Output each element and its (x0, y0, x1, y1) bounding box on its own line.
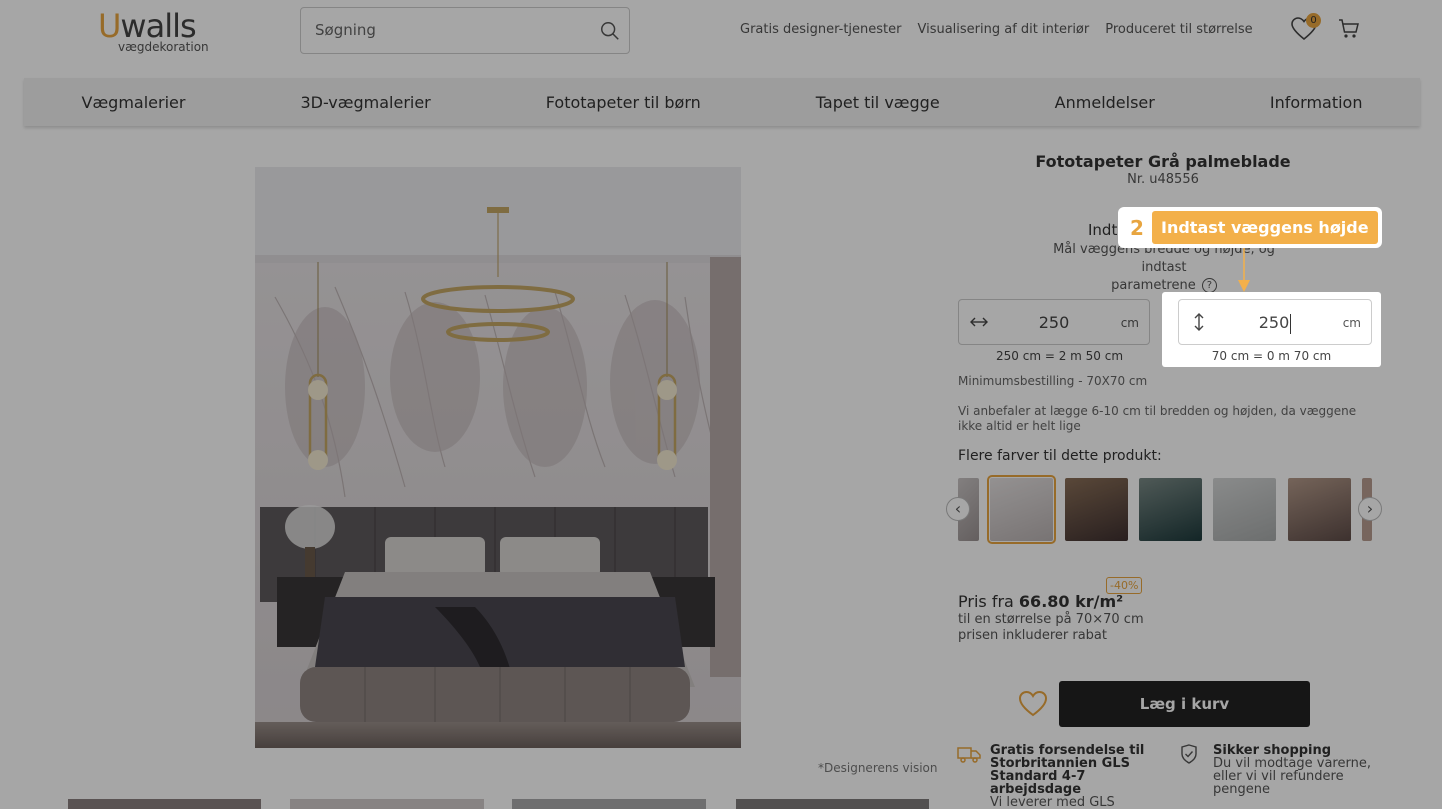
nav-information[interactable]: Information (1270, 93, 1363, 112)
search-icon[interactable] (599, 20, 621, 42)
tutorial-tooltip: 2 Indtast væggens højde (1118, 207, 1382, 248)
swatch-prev-button[interactable]: ‹ (946, 497, 970, 521)
shield-check-icon (1181, 744, 1197, 764)
price-discount-note: prisen inkluderer rabat (958, 628, 1107, 643)
width-conversion: 250 cm = 2 m 50 cm (996, 349, 1124, 363)
help-icon[interactable]: ? (1201, 278, 1217, 293)
link-visualisation[interactable]: Visualisering af dit interiør (917, 22, 1089, 37)
dimensions-description: Mål væggens bredde og højde, og indtast … (1030, 241, 1298, 295)
width-unit: cm (1120, 316, 1139, 330)
tutorial-step-number: 2 (1130, 215, 1144, 240)
dimensions-heading: Indt (1088, 221, 1118, 239)
width-input[interactable]: 250 cm (958, 299, 1150, 345)
search-input[interactable] (315, 21, 585, 39)
price-prefix: Pris fra (958, 592, 1014, 611)
main-nav: Vægmalerier 3D-vægmalerier Fototapeter t… (24, 78, 1420, 126)
price-details: til en størrelse på 70×70 cm prisen inkl… (958, 612, 1144, 644)
height-unit: cm (1342, 316, 1361, 330)
logo[interactable]: Uwalls vægdekoration (98, 10, 209, 54)
price-size-note: til en størrelse på 70×70 cm (958, 612, 1144, 627)
height-conversion: 70 cm = 0 m 70 cm (1211, 349, 1332, 363)
wishlist-count-badge: 0 (1306, 13, 1321, 28)
link-made-to-size[interactable]: Produceret til størrelse (1105, 22, 1252, 37)
price-value: 66.80 kr/m² (1018, 592, 1124, 611)
height-input[interactable]: 250 cm (1178, 299, 1372, 345)
price: Pris fra 66.80 kr/m² (958, 592, 1123, 611)
usp-secure-desc: Du vil modtage varerne, eller vi vil ref… (1213, 756, 1371, 797)
swatch-next-button[interactable]: › (1358, 497, 1382, 521)
nav-murals[interactable]: Vægmalerier (82, 93, 186, 112)
size-recommendation: Vi anbefaler at lægge 6-10 cm til bredde… (958, 404, 1357, 433)
product-number: Nr. u48556 (1127, 172, 1199, 187)
nav-wallpaper[interactable]: Tapet til vægge (816, 93, 940, 112)
color-swatch[interactable] (1288, 478, 1351, 541)
link-designer-services[interactable]: Gratis designer-tjenester (740, 22, 901, 37)
logo-subtitle: vægdekoration (118, 40, 209, 54)
more-colors-heading: Flere farver til dette produkt: (958, 448, 1162, 464)
nav-reviews[interactable]: Anmeldelser (1055, 93, 1155, 112)
minimum-order: Minimumsbestilling - 70X70 cm (958, 374, 1148, 388)
color-swatch[interactable] (1213, 478, 1276, 541)
tutorial-step-label: Indtast væggens højde (1152, 211, 1378, 244)
text-caret (1290, 313, 1292, 334)
designer-note: *Designerens vision (818, 761, 938, 775)
search-box (300, 7, 630, 54)
gallery-thumbnail[interactable] (68, 799, 261, 809)
product-image[interactable] (255, 167, 741, 748)
usp-shipping-title: Gratis forsendelse til Storbritannien GL… (990, 743, 1145, 797)
top-links: Gratis designer-tjenester Visualisering … (740, 22, 1253, 37)
usp-shipping-desc: Vi leverer med GLS (990, 795, 1115, 809)
nav-kids-wallpaper[interactable]: Fototapeter til børn (546, 93, 701, 112)
tutorial-arrow-icon (1238, 248, 1250, 292)
color-swatch-selected[interactable] (987, 475, 1056, 544)
delivery-truck-icon (957, 747, 981, 763)
header: Uwalls vægdekoration Gratis designer-tje… (0, 0, 1442, 78)
add-to-cart-button[interactable]: Læg i kurv (1059, 681, 1310, 727)
gallery-thumbnail[interactable] (290, 799, 484, 809)
discount-badge: -40% (1106, 577, 1143, 594)
gallery-thumbnail[interactable] (512, 799, 706, 809)
gallery-thumbnail[interactable] (736, 799, 929, 809)
usp-secure-shopping: Sikker shopping Du vil modtage varerne, … (1213, 744, 1383, 796)
height-value-text: 250 (1258, 313, 1290, 332)
color-swatch[interactable] (1139, 478, 1202, 541)
product-title: Fototapeter Grå palmeblade (1035, 152, 1291, 171)
color-swatch[interactable] (1065, 478, 1128, 541)
cart-icon[interactable] (1338, 18, 1360, 40)
nav-3d-murals[interactable]: 3D-vægmalerier (300, 93, 430, 112)
favorite-heart-icon[interactable] (1018, 690, 1048, 718)
height-input-highlight: 250 cm 70 cm = 0 m 70 cm (1162, 292, 1381, 367)
dimensions-desc-line2: parametrene (1111, 278, 1196, 293)
usp-shipping: Gratis forsendelse til Storbritannien GL… (990, 744, 1150, 809)
